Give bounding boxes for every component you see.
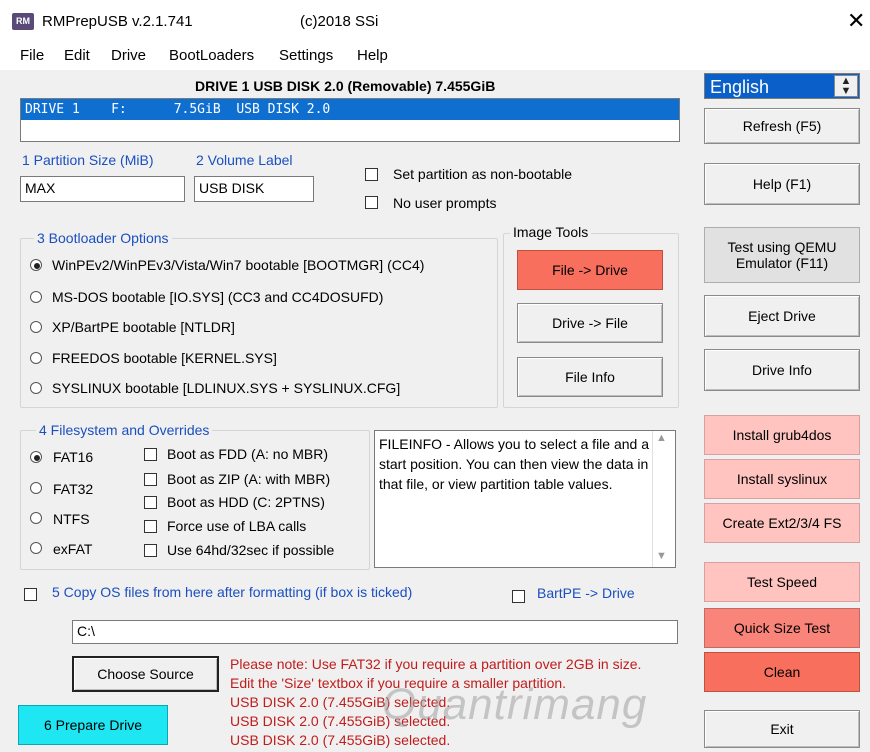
- filesystem-group-title: 4 Filesystem and Overrides: [36, 422, 213, 438]
- language-spin-icon[interactable]: ▲ ▼: [834, 75, 858, 97]
- install-syslinux-button[interactable]: Install syslinux: [704, 459, 860, 499]
- qemu-test-button[interactable]: Test using QEMU Emulator (F11): [704, 227, 860, 283]
- window-title: RMPrepUSB v.2.1.741: [42, 13, 193, 30]
- bootloader-option-label: SYSLINUX bootable [LDLINUX.SYS + SYSLINU…: [52, 380, 401, 396]
- scroll-down-icon[interactable]: ▼: [656, 550, 667, 562]
- override-label: Boot as HDD (C: 2PTNS): [167, 494, 325, 510]
- window-copyright: (c)2018 SSi: [300, 13, 379, 30]
- bootloader-option-label: WinPEv2/WinPEv3/Vista/Win7 bootable [BOO…: [52, 257, 425, 273]
- drive-header: DRIVE 1 USB DISK 2.0 (Removable) 7.455Gi…: [195, 78, 496, 94]
- eject-drive-button[interactable]: Eject Drive: [704, 295, 860, 337]
- refresh-button[interactable]: Refresh (F5): [704, 108, 860, 144]
- create-ext-fs-button[interactable]: Create Ext2/3/4 FS: [704, 503, 860, 543]
- close-icon[interactable]: ✕: [847, 10, 865, 32]
- watermark: Quantrimang: [382, 680, 648, 729]
- non-bootable-checkbox[interactable]: [365, 168, 378, 181]
- bootloader-radio-winpe[interactable]: [30, 259, 42, 271]
- menu-drive[interactable]: Drive: [111, 47, 146, 64]
- volume-label-label: 2 Volume Label: [196, 152, 293, 168]
- fs-radio-fat32[interactable]: [30, 482, 42, 494]
- override-label: Use 64hd/32sec if possible: [167, 542, 335, 558]
- bootloader-radio-msdos[interactable]: [30, 291, 42, 303]
- partition-size-label: 1 Partition Size (MiB): [22, 152, 154, 168]
- bartpe-label: BartPE -> Drive: [537, 585, 635, 601]
- fs-type-label: exFAT: [53, 541, 93, 557]
- menu-help[interactable]: Help: [357, 47, 388, 64]
- scroll-up-icon[interactable]: ▲: [656, 432, 667, 444]
- app-icon: RM: [12, 13, 34, 30]
- note-line: Please note: Use FAT32 if you require a …: [230, 656, 642, 672]
- install-grub4dos-button[interactable]: Install grub4dos: [704, 415, 860, 455]
- quick-size-test-button[interactable]: Quick Size Test: [704, 608, 860, 648]
- override-label: Force use of LBA calls: [167, 518, 307, 534]
- fs-type-label: FAT16: [53, 449, 94, 465]
- override-label: Boot as ZIP (A: with MBR): [167, 471, 331, 487]
- test-speed-button[interactable]: Test Speed: [704, 562, 860, 602]
- file-to-drive-button[interactable]: File -> Drive: [517, 250, 663, 290]
- fs-type-label: FAT32: [53, 481, 94, 497]
- boot-hdd-checkbox[interactable]: [144, 496, 157, 509]
- bootloader-option-label: MS-DOS bootable [IO.SYS] (CC3 and CC4DOS…: [52, 289, 384, 305]
- no-prompts-label: No user prompts: [393, 195, 497, 211]
- copy-os-label: 5 Copy OS files from here after formatti…: [52, 584, 413, 600]
- menu-edit[interactable]: Edit: [64, 47, 90, 64]
- drive-list-row-selected[interactable]: DRIVE 1 F: 7.5GiB USB DISK 2.0: [21, 99, 679, 120]
- file-info-button[interactable]: File Info: [517, 357, 663, 397]
- fs-radio-exfat[interactable]: [30, 542, 42, 554]
- source-path-input[interactable]: C:\: [72, 620, 678, 644]
- override-label: Boot as FDD (A: no MBR): [167, 446, 329, 462]
- menu-file[interactable]: File: [20, 47, 44, 64]
- clean-button[interactable]: Clean: [704, 652, 860, 692]
- boot-zip-checkbox[interactable]: [144, 473, 157, 486]
- force-lba-checkbox[interactable]: [144, 520, 157, 533]
- bootloader-radio-xp[interactable]: [30, 321, 42, 333]
- bootloader-group-title: 3 Bootloader Options: [34, 230, 172, 246]
- image-tools-title: Image Tools: [510, 224, 592, 240]
- fs-radio-ntfs[interactable]: [30, 512, 42, 524]
- partition-size-input[interactable]: MAX: [20, 176, 185, 202]
- prepare-drive-button[interactable]: 6 Prepare Drive: [18, 705, 168, 745]
- bootloader-option-label: FREEDOS bootable [KERNEL.SYS]: [52, 350, 277, 366]
- use-64hd-checkbox[interactable]: [144, 544, 157, 557]
- no-prompts-checkbox[interactable]: [365, 196, 378, 209]
- bartpe-checkbox[interactable]: [512, 590, 525, 603]
- non-bootable-label: Set partition as non-bootable: [393, 166, 573, 182]
- drive-to-file-button[interactable]: Drive -> File: [517, 303, 663, 343]
- fs-radio-fat16[interactable]: [30, 451, 42, 463]
- fs-type-label: NTFS: [53, 511, 90, 527]
- info-textbox[interactable]: FILEINFO - Allows you to select a file a…: [374, 430, 676, 568]
- choose-source-button[interactable]: Choose Source: [72, 656, 219, 692]
- copy-os-checkbox[interactable]: [24, 588, 37, 601]
- help-button[interactable]: Help (F1): [704, 163, 860, 205]
- volume-label-input[interactable]: USB DISK: [194, 176, 314, 202]
- exit-button[interactable]: Exit: [704, 710, 860, 748]
- bootloader-radio-syslinux[interactable]: [30, 382, 42, 394]
- bootloader-option-label: XP/BartPE bootable [NTLDR]: [52, 319, 235, 335]
- note-line: USB DISK 2.0 (7.455GiB) selected.: [230, 732, 451, 748]
- drive-info-button[interactable]: Drive Info: [704, 349, 860, 391]
- boot-fdd-checkbox[interactable]: [144, 448, 157, 461]
- info-scrollbar[interactable]: [652, 431, 675, 567]
- bootloader-radio-freedos[interactable]: [30, 352, 42, 364]
- menu-settings[interactable]: Settings: [279, 47, 333, 64]
- menu-bootloaders[interactable]: BootLoaders: [169, 47, 254, 64]
